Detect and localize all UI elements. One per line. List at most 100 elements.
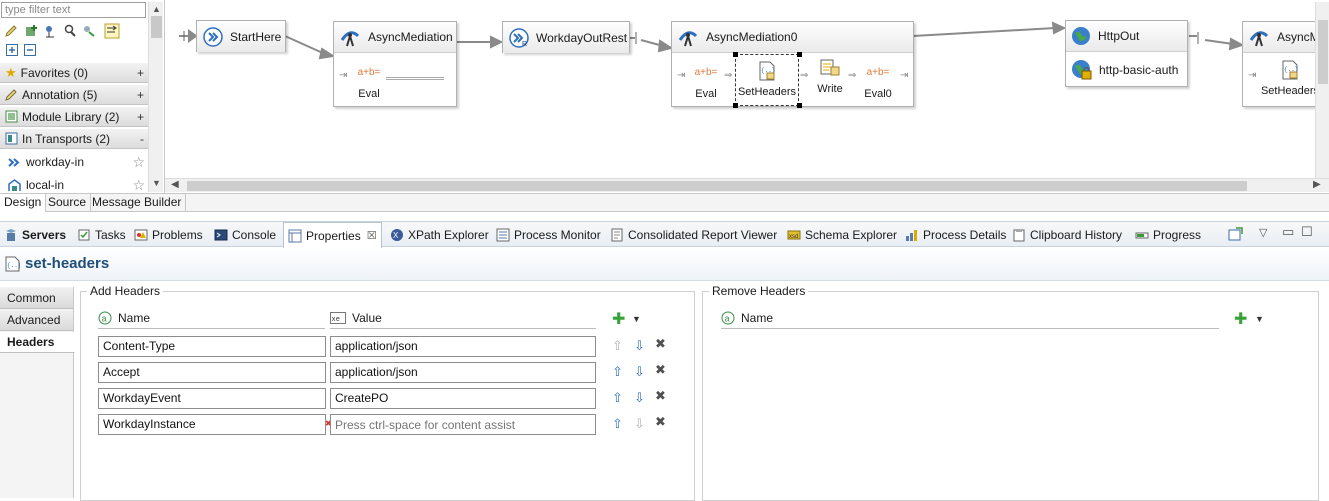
pencil-icon (5, 89, 17, 101)
xpath-icon: X (391, 228, 403, 241)
palette-category-in-transports[interactable]: In Transports (2) - (0, 129, 148, 149)
add-header-button[interactable]: ✚ (612, 309, 625, 329)
step-eval[interactable]: a+b= Eval (689, 66, 723, 100)
move-up-icon[interactable]: ⇧ (612, 416, 623, 432)
tab-problems[interactable]: Problems (134, 222, 203, 247)
tab-console[interactable]: Console (214, 222, 276, 247)
favorite-star-icon[interactable]: ☆ (132, 154, 145, 171)
delete-icon[interactable]: ✖ (655, 388, 666, 404)
move-down-icon[interactable]: ⇩ (634, 390, 645, 406)
side-tab-common[interactable]: Common (0, 288, 73, 309)
column-header-name[interactable]: a Name (721, 307, 1219, 329)
canvas-vscroll-thumb[interactable] (1318, 20, 1328, 84)
header-name-cell[interactable]: WorkdayEvent (98, 388, 326, 409)
tab-tasks[interactable]: Tasks (77, 222, 126, 247)
move-up-icon[interactable]: ⇧ (612, 364, 623, 380)
palette-category-favorites[interactable]: ★ Favorites (0) + (0, 63, 148, 83)
tab-servers[interactable]: Servers (4, 222, 66, 247)
header-value-cell[interactable]: application/json (330, 336, 596, 357)
view-menu-icon[interactable]: ▽ (1259, 226, 1267, 239)
open-view-icon[interactable] (1228, 227, 1244, 241)
side-tab-headers[interactable]: Headers (0, 332, 75, 353)
maximize-icon[interactable]: ☐ (1301, 224, 1313, 240)
tab-consolidated-report-viewer[interactable]: Consolidated Report Viewer (610, 222, 777, 247)
tab-process-monitor[interactable]: Process Monitor (496, 222, 601, 247)
node-async-mediation0[interactable]: AsyncMediation0 ⇥ a+b= Eval ⇒ {..} SetHe… (671, 21, 914, 108)
assembly-canvas[interactable]: StartHere AsyncMediation ⇥ a+b= Eval R W… (165, 0, 1329, 178)
scroll-right-icon[interactable]: ▶ (1313, 179, 1321, 190)
header-value-input[interactable] (330, 414, 596, 435)
pencil-icon[interactable] (4, 24, 18, 38)
header-name-cell[interactable]: Content-Type (98, 336, 326, 357)
step-write[interactable]: Write (812, 58, 848, 95)
header-value-cell[interactable]: application/json (330, 362, 596, 383)
header-name-cell[interactable]: WorkdayInstance (98, 414, 326, 435)
add-remove-header-button[interactable]: ✚ (1234, 309, 1247, 329)
add-dropdown-icon[interactable]: ▼ (632, 314, 641, 324)
http-basic-auth-row[interactable]: http-basic-auth (1066, 53, 1187, 86)
palette-item-workday-in[interactable]: workday-in ☆ (0, 151, 148, 173)
module-icon[interactable] (82, 24, 96, 38)
selection-handle[interactable] (733, 52, 738, 57)
search-icon[interactable] (63, 24, 77, 38)
step-set-headers-selected[interactable]: {..} SetHeaders (735, 54, 799, 106)
canvas-hscrollbar[interactable]: ◀ ▶ (165, 178, 1329, 192)
connection-icon[interactable] (44, 24, 58, 38)
collapse-toggle[interactable]: - (140, 132, 144, 146)
svg-text:xsd: xsd (789, 234, 798, 240)
palette-category-module-library[interactable]: Module Library (2) + (0, 107, 148, 127)
canvas-hscroll-thumb[interactable] (187, 181, 1247, 191)
column-header-name[interactable]: a Name (98, 307, 325, 329)
tab-schema-explorer[interactable]: xsd Schema Explorer (787, 222, 897, 247)
step-eval[interactable]: a+b= Eval (354, 66, 384, 100)
selection-handle[interactable] (797, 52, 802, 57)
node-start-here[interactable]: StartHere (196, 20, 286, 52)
palette-filter-input[interactable] (1, 2, 146, 18)
tab-properties[interactable]: Properties ☒ (283, 222, 382, 248)
tab-message-builder[interactable]: Message Builder (88, 194, 187, 212)
expand-toggle[interactable]: + (137, 88, 144, 102)
minimize-icon[interactable]: ▭ (1282, 224, 1294, 240)
tab-design[interactable]: Design (0, 194, 47, 212)
tab-xpath-explorer[interactable]: X XPath Explorer (390, 222, 489, 247)
favorite-star-icon[interactable]: ☆ (132, 177, 145, 194)
add-component-icon[interactable] (25, 24, 39, 38)
step-eval0[interactable]: a+b= Eval0 (860, 66, 896, 100)
node-workday-out-rest[interactable]: R WorkdayOutRest (502, 21, 630, 53)
tab-source[interactable]: Source (44, 194, 92, 212)
tab-progress[interactable]: Progress (1135, 222, 1201, 247)
delete-icon[interactable]: ✖ (655, 414, 666, 430)
delete-icon[interactable]: ✖ (655, 362, 666, 378)
expand-toggle[interactable]: + (137, 66, 144, 80)
move-up-icon[interactable]: ⇧ (612, 390, 623, 406)
collapse-all-icon[interactable] (24, 44, 36, 56)
move-down-icon[interactable]: ⇩ (634, 364, 645, 380)
scroll-left-icon[interactable]: ◀ (171, 179, 179, 190)
header-name-cell[interactable]: Accept (98, 362, 326, 383)
servers-icon (6, 228, 16, 241)
tab-clipboard-history[interactable]: Clipboard History (1012, 222, 1122, 247)
node-http-out[interactable]: HttpOut http-basic-auth (1065, 20, 1188, 87)
selection-handle[interactable] (797, 103, 802, 108)
close-icon[interactable]: ☒ (367, 229, 377, 242)
palette-scroll-thumb[interactable] (151, 16, 162, 38)
scroll-down-icon[interactable]: ▼ (152, 178, 161, 188)
delete-icon[interactable]: ✖ (655, 336, 666, 352)
selection-handle[interactable] (733, 103, 738, 108)
expand-toggle[interactable]: + (137, 110, 144, 124)
step-set-headers[interactable]: {..} SetHeaders (1257, 60, 1323, 97)
palette-category-annotation[interactable]: Annotation (5) + (0, 85, 148, 105)
layout-icon[interactable] (103, 22, 121, 40)
node-async-mediation[interactable]: AsyncMediation ⇥ a+b= Eval (333, 21, 457, 107)
side-tab-advanced[interactable]: Advanced (0, 310, 73, 331)
header-value-cell[interactable]: CreatePO (330, 388, 596, 409)
move-down-icon[interactable]: ⇩ (634, 338, 645, 354)
tab-process-details[interactable]: Process Details (905, 222, 1006, 247)
add-dropdown-icon[interactable]: ▼ (1255, 314, 1264, 324)
scroll-up-icon[interactable]: ▲ (152, 4, 161, 14)
canvas-vscrollbar[interactable] (1315, 2, 1329, 178)
palette-scrollbar[interactable]: ▲ ▼ (148, 2, 163, 192)
column-header-value[interactable]: xe Value (330, 307, 596, 329)
problems-icon (134, 229, 148, 240)
expand-all-icon[interactable] (6, 44, 18, 56)
